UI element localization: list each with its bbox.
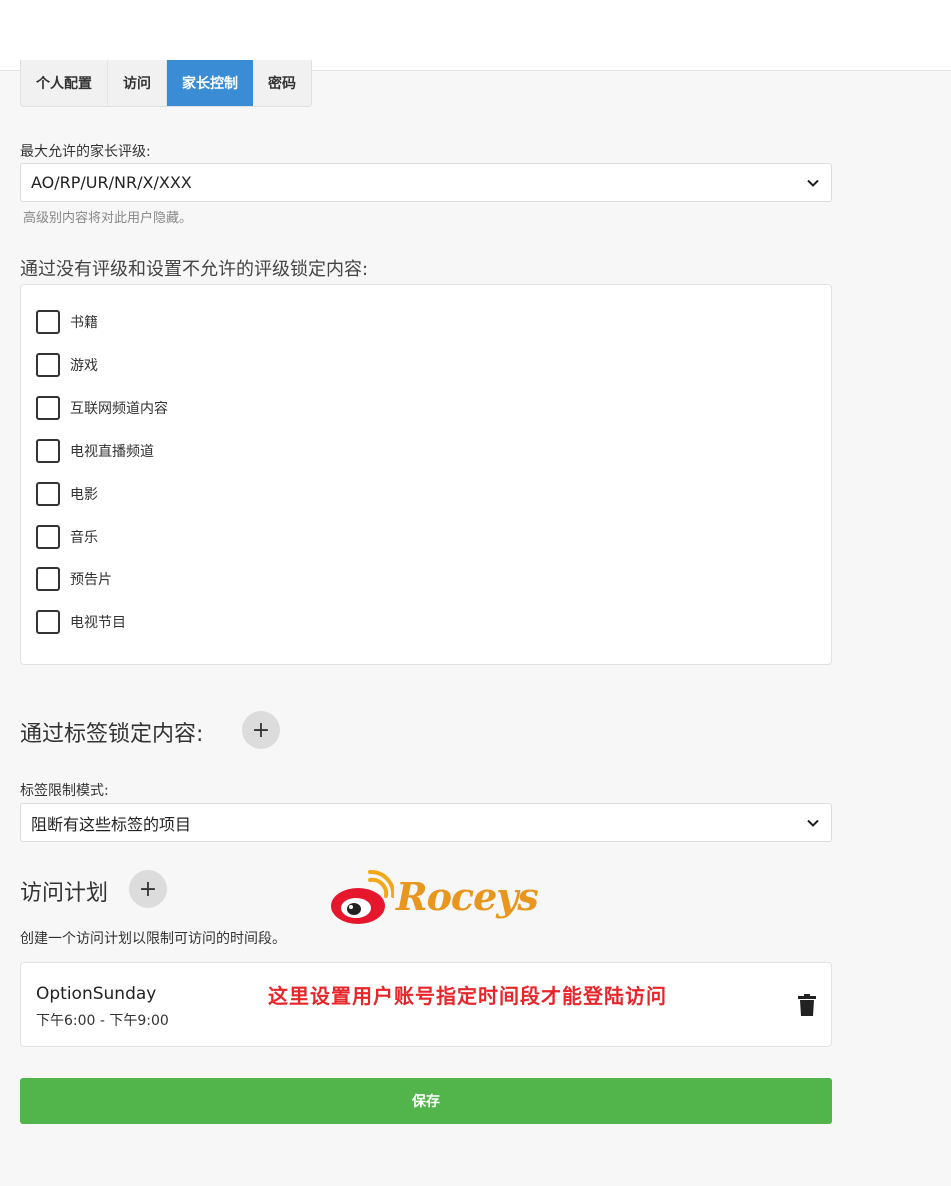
max-rating-hint: 高级别内容将对此用户隐藏。 bbox=[23, 211, 193, 226]
logo-text: Roceys bbox=[396, 874, 539, 919]
trailers-checkbox[interactable] bbox=[36, 567, 60, 591]
max-rating-select[interactable]: AO/RP/UR/NR/X/XXX bbox=[20, 163, 832, 202]
trash-icon[interactable] bbox=[798, 994, 816, 1016]
schedule-title: OptionSunday bbox=[36, 984, 157, 1004]
channels-checkbox[interactable] bbox=[36, 396, 60, 420]
tv-shows-checkbox[interactable] bbox=[36, 610, 60, 634]
annotation-text: 这里设置用户账号指定时间段才能登陆访问 bbox=[268, 984, 667, 1008]
tag-mode-label: 标签限制模式: bbox=[20, 783, 109, 799]
plus-icon: + bbox=[138, 876, 158, 902]
checkbox-label: 电影 bbox=[70, 487, 98, 503]
games-checkbox[interactable] bbox=[36, 353, 60, 377]
chevron-down-icon bbox=[807, 179, 819, 187]
plus-icon: + bbox=[251, 717, 271, 743]
movies-checkbox[interactable] bbox=[36, 482, 60, 506]
weibo-logo: Roceys bbox=[330, 868, 539, 928]
live-tv-checkbox[interactable] bbox=[36, 439, 60, 463]
checkbox-row-movies[interactable]: 电影 bbox=[36, 482, 98, 506]
checkbox-row-channels[interactable]: 互联网频道内容 bbox=[36, 396, 168, 420]
tab-profile[interactable]: 个人配置 bbox=[21, 60, 108, 106]
tab-parental-control[interactable]: 家长控制 bbox=[167, 60, 253, 106]
block-unrated-card: 书籍 游戏 互联网频道内容 电视直播频道 电影 音乐 预告片 电视节目 bbox=[20, 284, 832, 665]
checkbox-label: 电视节目 bbox=[70, 615, 126, 631]
block-unrated-heading: 通过没有评级和设置不允许的评级锁定内容: bbox=[20, 259, 369, 280]
music-checkbox[interactable] bbox=[36, 525, 60, 549]
tag-mode-select[interactable]: 阻断有这些标签的项目 bbox=[20, 803, 832, 842]
add-schedule-button[interactable]: + bbox=[129, 870, 167, 908]
block-tags-heading: 通过标签锁定内容: bbox=[20, 722, 204, 747]
settings-tabs: 个人配置 访问 家长控制 密码 bbox=[20, 60, 312, 107]
chevron-down-icon bbox=[807, 819, 819, 827]
checkbox-row-live-tv[interactable]: 电视直播频道 bbox=[36, 439, 154, 463]
add-tag-button[interactable]: + bbox=[242, 711, 280, 749]
checkbox-row-tv-shows[interactable]: 电视节目 bbox=[36, 610, 126, 634]
weibo-icon bbox=[331, 869, 396, 924]
checkbox-row-books[interactable]: 书籍 bbox=[36, 310, 98, 334]
checkbox-row-games[interactable]: 游戏 bbox=[36, 353, 98, 377]
checkbox-label: 电视直播频道 bbox=[70, 444, 154, 460]
books-checkbox[interactable] bbox=[36, 310, 60, 334]
tab-password[interactable]: 密码 bbox=[253, 60, 311, 106]
checkbox-label: 游戏 bbox=[70, 358, 98, 374]
max-rating-label: 最大允许的家长评级: bbox=[20, 144, 151, 160]
schedule-time: 下午6:00 - 下午9:00 bbox=[36, 1013, 169, 1029]
schedule-description: 创建一个访问计划以限制可访问的时间段。 bbox=[20, 931, 286, 947]
save-button[interactable]: 保存 bbox=[20, 1078, 832, 1124]
checkbox-label: 互联网频道内容 bbox=[70, 401, 168, 417]
checkbox-label: 预告片 bbox=[70, 572, 112, 588]
checkbox-row-music[interactable]: 音乐 bbox=[36, 525, 98, 549]
tab-access[interactable]: 访问 bbox=[108, 60, 167, 106]
tag-mode-value: 阻断有这些标签的项目 bbox=[31, 814, 192, 834]
checkbox-label: 书籍 bbox=[70, 315, 98, 331]
schedule-heading: 访问计划 bbox=[20, 881, 109, 906]
max-rating-value: AO/RP/UR/NR/X/XXX bbox=[31, 173, 192, 192]
checkbox-row-trailers[interactable]: 预告片 bbox=[36, 567, 112, 591]
checkbox-label: 音乐 bbox=[70, 530, 98, 546]
